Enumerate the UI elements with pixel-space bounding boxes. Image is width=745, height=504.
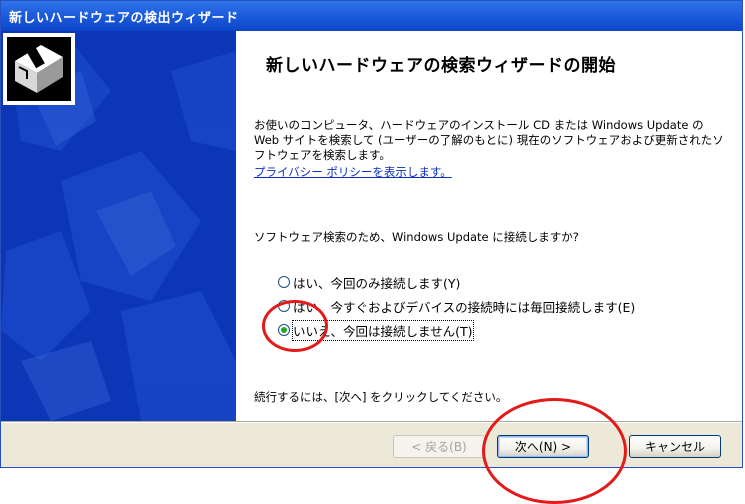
radio-label: はい、今回のみ接続します(Y) — [293, 275, 461, 291]
radio-button-checked[interactable] — [278, 324, 290, 336]
description-text: お使いのコンピュータ、ハードウェアのインストール CD または Windows … — [254, 118, 724, 162]
wizard-side-panel — [1, 31, 236, 421]
radio-option-always[interactable]: はい、今すぐおよびデバイスの接続時には毎回接続します(E) — [278, 297, 635, 315]
next-button[interactable]: 次へ(N) > — [497, 435, 589, 458]
radio-label: はい、今すぐおよびデバイスの接続時には毎回接続します(E) — [293, 299, 636, 315]
title-bar[interactable]: 新しいハードウェアの検出ウィザード — [1, 1, 742, 31]
instruction-text: 続行するには、[次へ] をクリックしてください。 — [254, 390, 508, 404]
radio-option-once[interactable]: はい、今回のみ接続します(Y) — [278, 273, 460, 291]
button-bar: < 戻る(B) 次へ(N) > キャンセル — [1, 423, 742, 467]
wizard-dialog: 新しいハードウェアの検出ウィザード 新しいハードウェアの検索ウィザードの開始 お… — [0, 0, 743, 468]
cancel-button[interactable]: キャンセル — [629, 435, 721, 458]
radio-button[interactable] — [278, 300, 290, 312]
wizard-content: 新しいハードウェアの検索ウィザードの開始 お使いのコンピュータ、ハードウェアのイ… — [236, 31, 742, 421]
radio-option-no[interactable]: いいえ、今回は接続しません(T) — [278, 319, 474, 341]
hardware-wizard-icon — [3, 33, 75, 105]
back-button[interactable]: < 戻る(B) — [393, 435, 485, 458]
page-title: 新しいハードウェアの検索ウィザードの開始 — [266, 56, 616, 76]
radio-button[interactable] — [278, 276, 290, 288]
radio-label: いいえ、今回は接続しません(T) — [292, 319, 474, 341]
privacy-policy-link[interactable]: プライバシー ポリシーを表示します。 — [254, 164, 452, 180]
window-title: 新しいハードウェアの検出ウィザード — [9, 11, 239, 26]
connect-question: ソフトウェア検索のため、Windows Update に接続しますか? — [254, 230, 579, 244]
